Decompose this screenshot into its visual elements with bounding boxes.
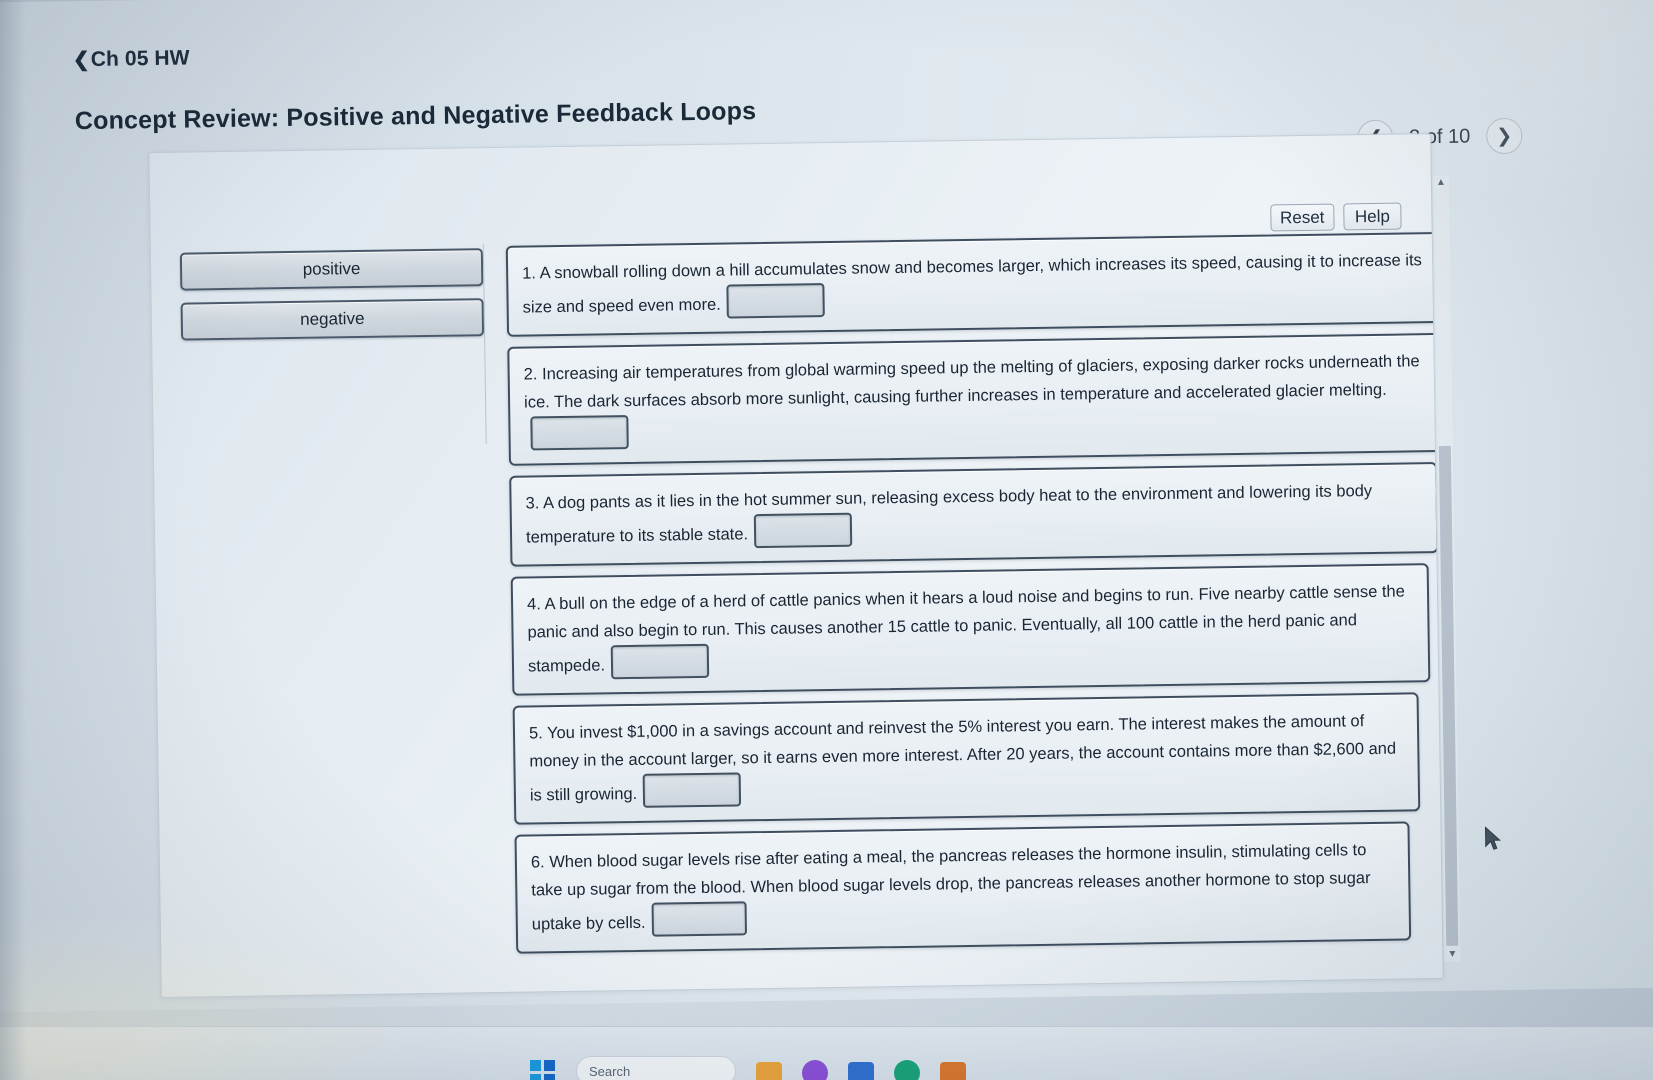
browser-page: ❮Ch 05 HW Concept Review: Positive and N… [0,0,1653,1013]
answer-dropzone[interactable] [726,283,825,319]
exercise-toolbar: Reset Help [1269,202,1402,232]
question-body: A snowball rolling down a hill accumulat… [522,251,1422,317]
question-text: 6. When blood sugar levels rise after ea… [531,836,1395,939]
page-title: Concept Review: Positive and Negative Fe… [74,97,757,136]
back-chevron-icon: ❮ [72,48,90,72]
drag-token-negative[interactable]: negative [180,298,485,341]
reset-button[interactable]: Reset [1269,203,1335,232]
taskbar-app-orange-icon[interactable] [940,1062,966,1080]
answer-dropzone[interactable] [753,512,853,549]
exercise-card: Reset Help positive negative 1. A snowba… [148,133,1461,999]
windows-logo-icon[interactable] [530,1060,556,1080]
taskbar-app-explorer-icon[interactable] [756,1062,782,1080]
answer-dropzone[interactable] [610,643,710,680]
photo-of-screen: ❮Ch 05 HW Concept Review: Positive and N… [0,0,1653,1080]
question-number: 1. [522,264,537,283]
scroll-down-button[interactable]: ▼ [1446,948,1458,962]
question-number: 4. [526,595,541,614]
chevron-right-icon: ❯ [1496,125,1513,147]
question-number: 5. [528,724,543,743]
answer-dropzone[interactable] [530,415,629,451]
taskbar-app-green-icon[interactable] [894,1060,920,1080]
next-question-button[interactable]: ❯ [1485,117,1523,155]
taskbar-app-blue-icon[interactable] [848,1062,874,1080]
question-number: 2. [523,365,538,384]
question-item: 6. When blood sugar levels rise after ea… [514,821,1412,954]
mouse-cursor-icon [1483,826,1501,852]
breadcrumb-label: Ch 05 HW [90,46,190,71]
answer-dropzone[interactable] [651,901,747,937]
question-body: A dog pants as it lies in the hot summer… [525,481,1373,547]
breadcrumb[interactable]: ❮Ch 05 HW [73,45,190,72]
taskbar-items: Search [530,1038,966,1080]
question-text: 2. Increasing air temperatures from glob… [523,347,1440,451]
question-body: Increasing air temperatures from global … [523,352,1420,412]
taskbar-search-input[interactable]: Search [576,1056,736,1080]
question-item: 4. A bull on the edge of a herd of cattl… [510,563,1431,696]
question-item: 3. A dog pants as it lies in the hot sum… [509,462,1439,567]
answer-token-bank: positive negative [179,248,485,352]
question-text: 1. A snowball rolling down a hill accumu… [522,246,1439,322]
answer-dropzone[interactable] [642,772,742,808]
exercise-scroll-area: Reset Help positive negative 1. A snowba… [149,134,1443,997]
taskbar-app-purple-icon[interactable] [802,1060,828,1080]
drag-token-positive[interactable]: positive [179,248,484,291]
help-button[interactable]: Help [1343,202,1402,231]
question-text: 3. A dog pants as it lies in the hot sum… [525,476,1422,551]
question-text: 5. You invest $1,000 in a savings accoun… [529,707,1404,810]
scroll-up-button[interactable]: ▲ [1435,176,1447,190]
question-item: 5. You invest $1,000 in a savings accoun… [512,692,1421,825]
question-item: 1. A snowball rolling down a hill accumu… [505,231,1443,337]
question-number: 6. [530,853,545,872]
question-item: 2. Increasing air temperatures from glob… [507,332,1443,466]
question-text: 4. A bull on the edge of a herd of cattl… [527,577,1414,680]
question-list: 1. A snowball rolling down a hill accumu… [505,231,1443,964]
question-number: 3. [525,494,540,513]
bank-divider [482,244,487,445]
windows-taskbar: Search [0,1026,1653,1080]
